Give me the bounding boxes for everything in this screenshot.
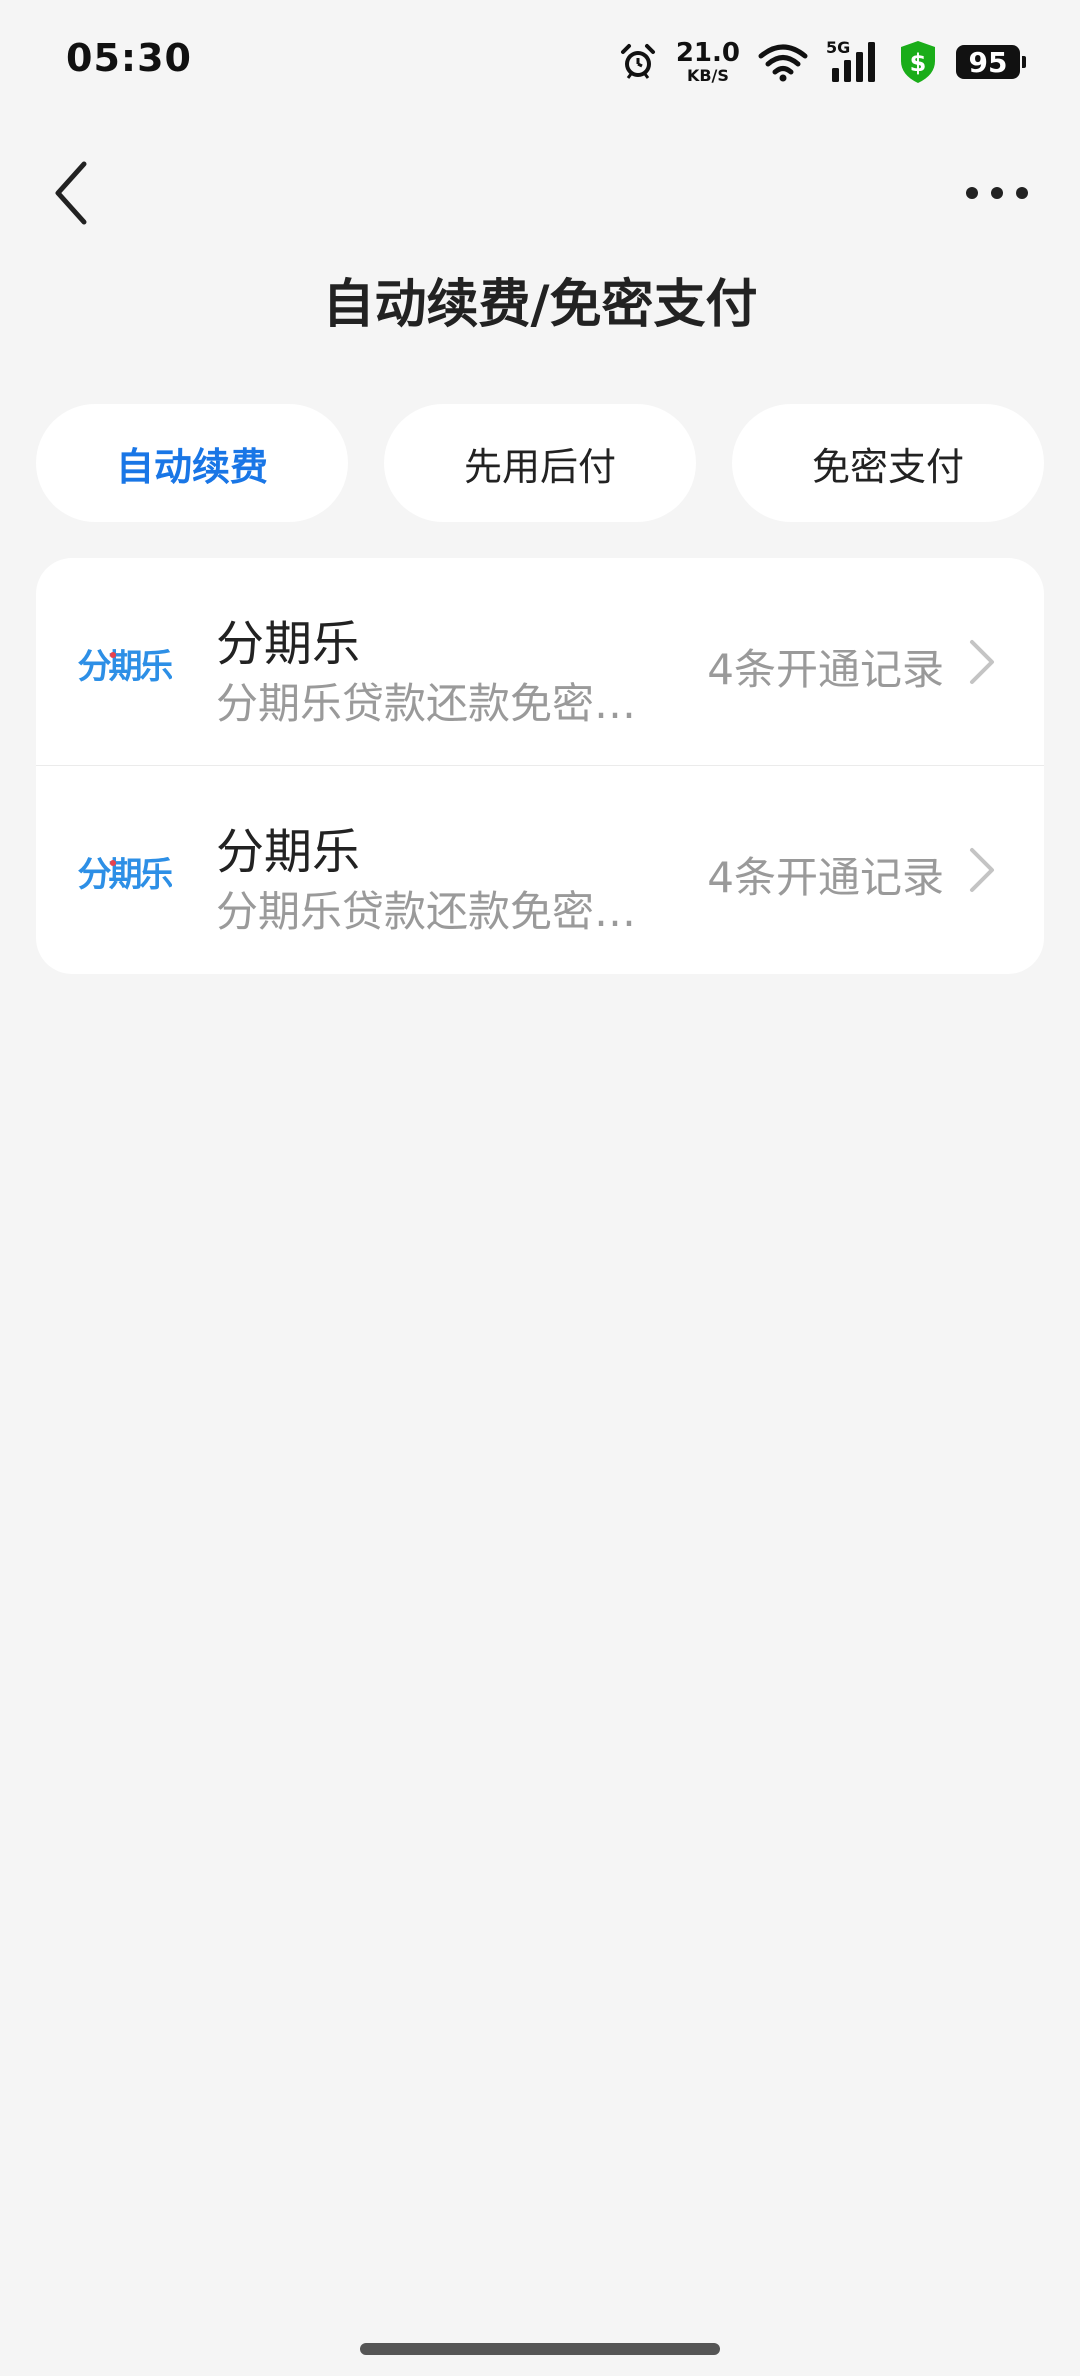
list-card: 分期乐 分期乐 分期乐贷款还款免密支付 4条开通记录 分期乐 分期乐 分期乐贷款… [36,558,1044,974]
item-title: 分期乐 [216,616,361,672]
status-icons: 21.0 KB/S 5G $ 95 [618,38,1026,86]
svg-text:分期乐: 分期乐 [78,647,173,687]
fenqile-logo: 分期乐 [76,824,177,914]
fenqile-logo: 分期乐 [76,616,177,706]
more-dots-icon [966,187,1028,199]
item-record-count: 4条开通记录 [707,853,944,902]
item-title: 分期乐 [216,824,361,880]
item-record-count: 4条开通记录 [707,645,944,694]
signal-icon: 5G [826,38,880,84]
tab-pay-later[interactable]: 先用后付 [384,404,696,522]
page-title: 自动续费/免密支付 [322,275,758,335]
item-subtitle: 分期乐贷款还款免密支付 [216,679,656,728]
status-bar: 05:30 21.0 KB/S 5G $ 95 [0,0,1080,120]
battery-icon: 95 [956,45,1026,79]
list-item[interactable]: 分期乐 分期乐 分期乐贷款还款免密支付 4条开通记录 [36,766,1044,974]
tab-bar: 自动续费 先用后付 免密支付 [36,404,1044,522]
more-button[interactable] [962,178,1032,208]
tab-auto-renew[interactable]: 自动续费 [36,404,348,522]
chevron-right-icon [966,846,996,894]
shield-dollar-icon: $ [898,39,938,85]
tab-password-free[interactable]: 免密支付 [732,404,1044,522]
chevron-left-icon [55,161,87,225]
home-indicator[interactable] [360,2343,720,2355]
list-item[interactable]: 分期乐 分期乐 分期乐贷款还款免密支付 4条开通记录 [36,558,1044,766]
chevron-right-icon [966,638,996,686]
item-subtitle: 分期乐贷款还款免密支付 [216,887,656,936]
net-speed: 21.0 KB/S [676,40,740,84]
svg-text:$: $ [910,49,927,77]
svg-text:分期乐: 分期乐 [78,855,173,895]
status-time: 05:30 [66,36,192,80]
alarm-icon [618,42,658,82]
back-button[interactable] [48,158,98,228]
wifi-icon [758,42,808,82]
net-speed-value: 21.0 [675,38,740,68]
net-speed-unit: KB/S [686,66,729,85]
